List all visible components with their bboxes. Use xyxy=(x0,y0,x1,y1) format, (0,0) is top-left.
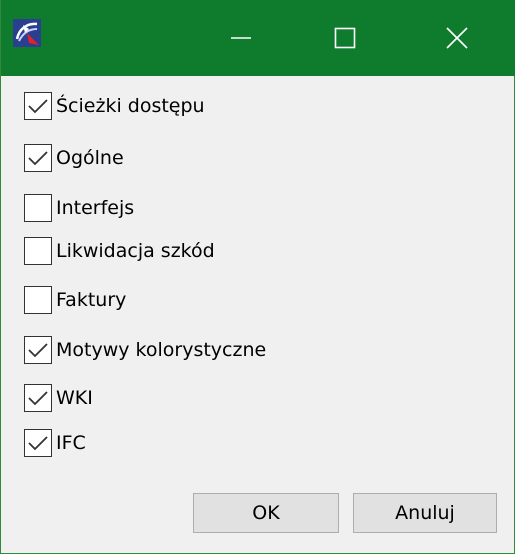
close-button[interactable] xyxy=(425,0,489,76)
option-motywy-kolorystyczne[interactable]: Motywy kolorystyczne xyxy=(24,335,266,365)
option-label: WKI xyxy=(56,387,93,409)
checkbox[interactable] xyxy=(24,336,52,364)
checkmark-icon xyxy=(28,391,48,406)
checkmark-icon xyxy=(28,436,48,451)
option-wki[interactable]: WKI xyxy=(24,383,93,413)
ok-button[interactable]: OK xyxy=(193,493,339,533)
options-panel: Ścieżki dostępu Ogólne Interfejs Likwida… xyxy=(1,76,514,553)
checkbox[interactable] xyxy=(24,384,52,412)
checkbox[interactable] xyxy=(24,92,52,120)
app-icon xyxy=(13,19,41,47)
dialog-window: Ścieżki dostępu Ogólne Interfejs Likwida… xyxy=(0,0,515,554)
checkbox[interactable] xyxy=(24,286,52,314)
checkbox[interactable] xyxy=(24,237,52,265)
option-label: Ścieżki dostępu xyxy=(56,95,205,117)
option-interfejs[interactable]: Interfejs xyxy=(24,193,134,223)
checkbox[interactable] xyxy=(24,194,52,222)
minimize-button[interactable] xyxy=(209,0,273,76)
minimize-icon xyxy=(231,37,251,39)
close-icon xyxy=(446,27,468,49)
option-sciezki-dostepu[interactable]: Ścieżki dostępu xyxy=(24,91,205,121)
option-ifc[interactable]: IFC xyxy=(24,428,86,458)
maximize-button[interactable] xyxy=(313,0,377,76)
option-label: Ogólne xyxy=(56,147,124,169)
cancel-button[interactable]: Anuluj xyxy=(353,493,497,533)
checkbox[interactable] xyxy=(24,429,52,457)
checkbox[interactable] xyxy=(24,144,52,172)
checkmark-icon xyxy=(28,343,48,358)
option-label: IFC xyxy=(56,432,86,454)
option-label: Faktury xyxy=(56,289,127,311)
option-label: Likwidacja szkód xyxy=(56,240,215,262)
option-label: Motywy kolorystyczne xyxy=(56,339,267,361)
option-faktury[interactable]: Faktury xyxy=(24,285,126,315)
option-ogolne[interactable]: Ogólne xyxy=(24,143,124,173)
checkmark-icon xyxy=(28,151,48,166)
option-label: Interfejs xyxy=(56,197,135,219)
title-bar[interactable] xyxy=(1,0,515,76)
maximize-icon xyxy=(334,27,356,49)
option-likwidacja-szkod[interactable]: Likwidacja szkód xyxy=(24,236,215,266)
checkmark-icon xyxy=(28,99,48,114)
